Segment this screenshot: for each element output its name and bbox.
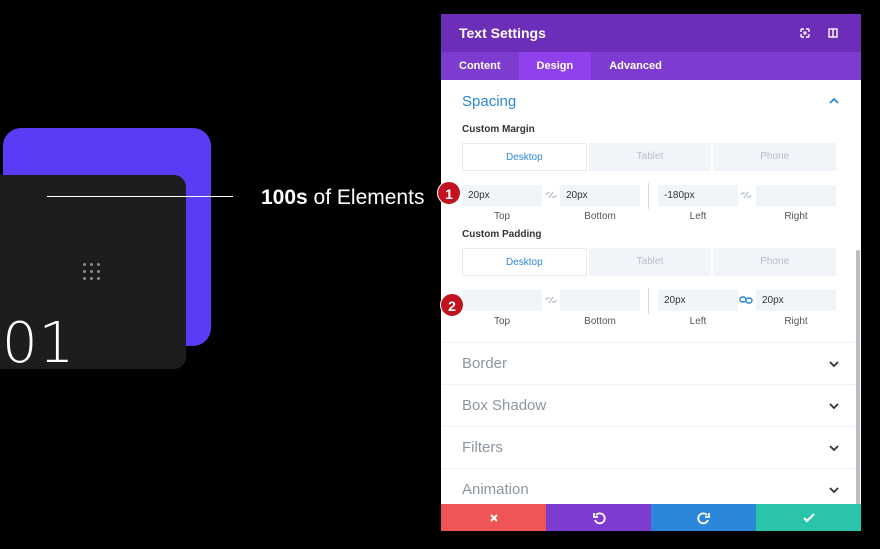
margin-tab-phone[interactable]: Phone bbox=[713, 143, 837, 171]
custom-margin-label: Custom Margin bbox=[462, 124, 535, 135]
sidebar-toggle-icon[interactable] bbox=[823, 23, 843, 43]
text-settings-modal: Text Settings Content Design Advanced Sp… bbox=[441, 14, 861, 531]
margin-top-label: Top bbox=[493, 211, 511, 222]
modal-footer bbox=[441, 504, 861, 531]
animation-title: Animation bbox=[462, 481, 529, 498]
padding-tab-tablet[interactable]: Tablet bbox=[588, 248, 712, 276]
chevron-down-icon bbox=[829, 486, 839, 493]
undo-button[interactable] bbox=[546, 504, 651, 531]
padding-tab-phone[interactable]: Phone bbox=[713, 248, 837, 276]
border-title: Border bbox=[462, 355, 508, 372]
padding-left-input[interactable]: 20px bbox=[658, 290, 738, 311]
step-badge-2: 2 bbox=[440, 293, 464, 317]
padding-top-input[interactable] bbox=[462, 290, 542, 311]
padding-fields: 20px 20px Top Bottom Left Right bbox=[441, 288, 861, 330]
chevron-up-icon bbox=[829, 97, 839, 104]
margin-top-input[interactable]: 20px bbox=[462, 185, 542, 206]
redo-icon bbox=[696, 511, 710, 524]
settings-tabs: Content Design Advanced bbox=[441, 52, 861, 80]
field-divider bbox=[648, 183, 649, 209]
margin-fields: 20px 20px -180px Top Bottom Left Right bbox=[441, 183, 861, 225]
chevron-down-icon bbox=[829, 360, 839, 367]
margin-bottom-label: Bottom bbox=[584, 211, 616, 222]
filters-section-header[interactable]: Filters bbox=[441, 426, 861, 468]
padding-bottom-input[interactable] bbox=[560, 290, 640, 311]
chevron-down-icon bbox=[829, 402, 839, 409]
tab-content[interactable]: Content bbox=[441, 52, 519, 80]
cancel-button[interactable] bbox=[441, 504, 546, 531]
unlinked-icon[interactable] bbox=[739, 189, 753, 201]
box-shadow-title: Box Shadow bbox=[462, 397, 547, 414]
tab-advanced[interactable]: Advanced bbox=[591, 52, 680, 80]
redo-button[interactable] bbox=[651, 504, 756, 531]
margin-right-input[interactable] bbox=[756, 185, 836, 206]
close-icon bbox=[489, 513, 498, 522]
headline-rest: of Elements bbox=[307, 186, 425, 209]
animation-section-header[interactable]: Animation bbox=[441, 468, 861, 504]
settings-body: Spacing Custom Margin Desktop Tablet Pho… bbox=[441, 80, 861, 504]
padding-bottom-label: Bottom bbox=[584, 316, 616, 327]
headline-bold: 100s bbox=[261, 186, 308, 209]
spacing-section-header[interactable]: Spacing bbox=[441, 80, 861, 122]
margin-device-tabs: Desktop Tablet Phone bbox=[462, 143, 837, 171]
field-divider bbox=[648, 288, 649, 314]
step-badge-1: 1 bbox=[437, 181, 461, 205]
padding-right-label: Right bbox=[784, 316, 808, 327]
linked-icon[interactable] bbox=[739, 294, 753, 306]
tab-design[interactable]: Design bbox=[518, 52, 592, 80]
padding-left-label: Left bbox=[689, 316, 707, 327]
padding-tab-desktop[interactable]: Desktop bbox=[462, 248, 587, 276]
modal-header: Text Settings bbox=[441, 14, 861, 52]
filters-title: Filters bbox=[462, 439, 503, 456]
margin-left-label: Left bbox=[689, 211, 707, 222]
scrollbar[interactable] bbox=[856, 250, 860, 504]
padding-right-input[interactable]: 20px bbox=[756, 290, 836, 311]
chevron-down-icon bbox=[829, 444, 839, 451]
check-icon bbox=[802, 512, 815, 523]
border-section-header[interactable]: Border bbox=[441, 342, 861, 384]
undo-icon bbox=[592, 511, 606, 524]
custom-padding-label: Custom Padding bbox=[462, 229, 542, 240]
step-number: 01 bbox=[2, 311, 76, 376]
margin-tab-tablet[interactable]: Tablet bbox=[588, 143, 712, 171]
save-button[interactable] bbox=[756, 504, 861, 531]
box-shadow-section-header[interactable]: Box Shadow bbox=[441, 384, 861, 426]
margin-left-input[interactable]: -180px bbox=[658, 185, 738, 206]
unlinked-icon[interactable] bbox=[544, 294, 558, 306]
padding-device-tabs: Desktop Tablet Phone bbox=[462, 248, 837, 276]
modal-title: Text Settings bbox=[459, 25, 546, 41]
headline: 100s of Elements bbox=[261, 186, 424, 210]
unlinked-icon[interactable] bbox=[544, 189, 558, 201]
divider-line bbox=[47, 196, 233, 197]
margin-tab-desktop[interactable]: Desktop bbox=[462, 143, 587, 171]
padding-top-label: Top bbox=[493, 316, 511, 327]
fullscreen-icon[interactable] bbox=[795, 23, 815, 43]
grid-dots-icon bbox=[83, 263, 103, 283]
margin-right-label: Right bbox=[784, 211, 808, 222]
spacing-title: Spacing bbox=[462, 92, 517, 110]
margin-bottom-input[interactable]: 20px bbox=[560, 185, 640, 206]
